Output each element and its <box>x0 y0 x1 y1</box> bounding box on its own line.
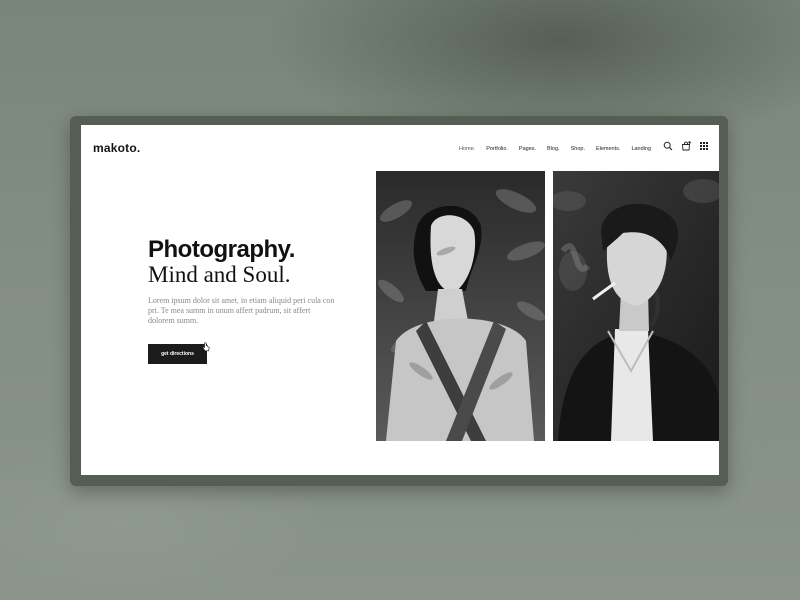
hand-cursor-icon <box>202 342 210 352</box>
search-icon[interactable] <box>663 141 673 151</box>
nav-item-blog[interactable]: Blog. <box>547 146 560 152</box>
nav-item-elements[interactable]: Elements. <box>596 146 620 152</box>
cart-icon[interactable] <box>681 141 691 151</box>
hero-title: Photography. <box>148 236 295 263</box>
nav-item-home[interactable]: Home. <box>459 146 475 152</box>
website-screen: makoto. Home. Portfolio. Pages. Blog. Sh… <box>81 125 719 475</box>
site-logo[interactable]: makoto. <box>93 141 140 155</box>
header-icons <box>663 141 709 151</box>
get-directions-button[interactable]: get directions <box>148 344 207 364</box>
hero-subtitle: Mind and Soul. <box>148 262 291 287</box>
hero-description: Lorem ipsum dolor sit amet, in etiam ali… <box>148 296 335 325</box>
nav-item-landing[interactable]: Landing <box>631 146 651 152</box>
main-nav: Home. Portfolio. Pages. Blog. Shop. Elem… <box>459 144 662 154</box>
grid-menu-icon[interactable] <box>699 141 709 151</box>
photo-man <box>553 171 719 441</box>
nav-item-portfolio[interactable]: Portfolio. <box>486 146 508 152</box>
photo-woman <box>376 171 545 441</box>
nav-item-shop[interactable]: Shop. <box>571 146 585 152</box>
nav-item-pages[interactable]: Pages. <box>519 146 536 152</box>
